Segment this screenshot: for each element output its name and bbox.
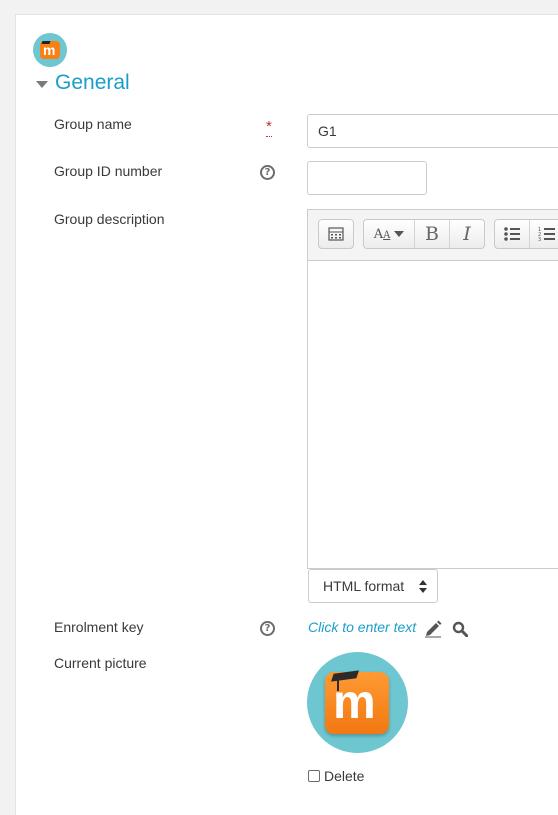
delete-label: Delete: [324, 768, 365, 784]
numbered-list-button[interactable]: 1 2 3: [529, 220, 558, 248]
toolbar-group-lists: 1 2 3: [494, 219, 558, 249]
toolbar-toggle-button[interactable]: [319, 220, 353, 248]
graduation-cap-icon: [41, 41, 51, 44]
picture-letter: m: [333, 676, 376, 729]
editor-toolbar: AA B I 1 2 3: [308, 210, 558, 261]
updown-arrows-icon: [419, 580, 427, 593]
description-format-select[interactable]: HTML format: [308, 569, 438, 603]
group-picture-image: m: [307, 652, 408, 753]
editor-content-area[interactable]: [308, 261, 558, 569]
bullet-list-button[interactable]: [495, 220, 529, 248]
group-description-label: Group description: [54, 211, 165, 227]
delete-picture-option[interactable]: Delete: [308, 768, 364, 784]
numbered-list-icon: 1 2 3: [538, 227, 555, 242]
form-page: m General Group name * G1 Group ID numbe…: [15, 14, 558, 815]
enrolment-key-inline-edit[interactable]: Click to enter text: [308, 619, 416, 635]
section-toggle-general[interactable]: General: [36, 71, 130, 95]
italic-button[interactable]: I: [449, 220, 484, 248]
delete-checkbox[interactable]: [308, 770, 320, 782]
group-id-number-label: Group ID number: [54, 163, 163, 179]
toolbar-toggle-icon: [328, 227, 344, 241]
enrolment-key-label: Enrolment key: [54, 619, 144, 635]
cap-tassel: [337, 677, 339, 691]
caret-down-icon[interactable]: [36, 80, 48, 88]
description-editor[interactable]: AA B I 1 2 3: [307, 209, 558, 569]
logo-letter: m: [43, 42, 56, 58]
bullet-list-icon: [504, 227, 520, 241]
section-title[interactable]: General: [55, 71, 130, 95]
chevron-down-icon: [394, 231, 405, 237]
picture-tile: m: [325, 672, 389, 734]
help-icon[interactable]: ?: [260, 621, 275, 636]
format-select-value: HTML format: [323, 578, 405, 594]
font-style-icon: AA: [373, 226, 391, 242]
current-picture-label: Current picture: [54, 655, 147, 671]
required-icon: *: [266, 118, 272, 137]
search-icon[interactable]: [452, 621, 468, 637]
bold-button[interactable]: B: [414, 220, 449, 248]
group-id-number-input[interactable]: [307, 161, 427, 195]
toolbar-group-style: AA B I: [363, 219, 485, 249]
toolbar-group-toggle: [318, 219, 354, 249]
help-icon[interactable]: ?: [260, 165, 275, 180]
font-style-button[interactable]: AA: [364, 220, 414, 248]
moodle-logo-icon: m: [33, 33, 67, 67]
group-name-input[interactable]: G1: [307, 114, 558, 148]
pencil-icon[interactable]: [424, 620, 442, 638]
svg-text:3: 3: [538, 237, 541, 242]
group-name-label: Group name: [54, 116, 132, 132]
